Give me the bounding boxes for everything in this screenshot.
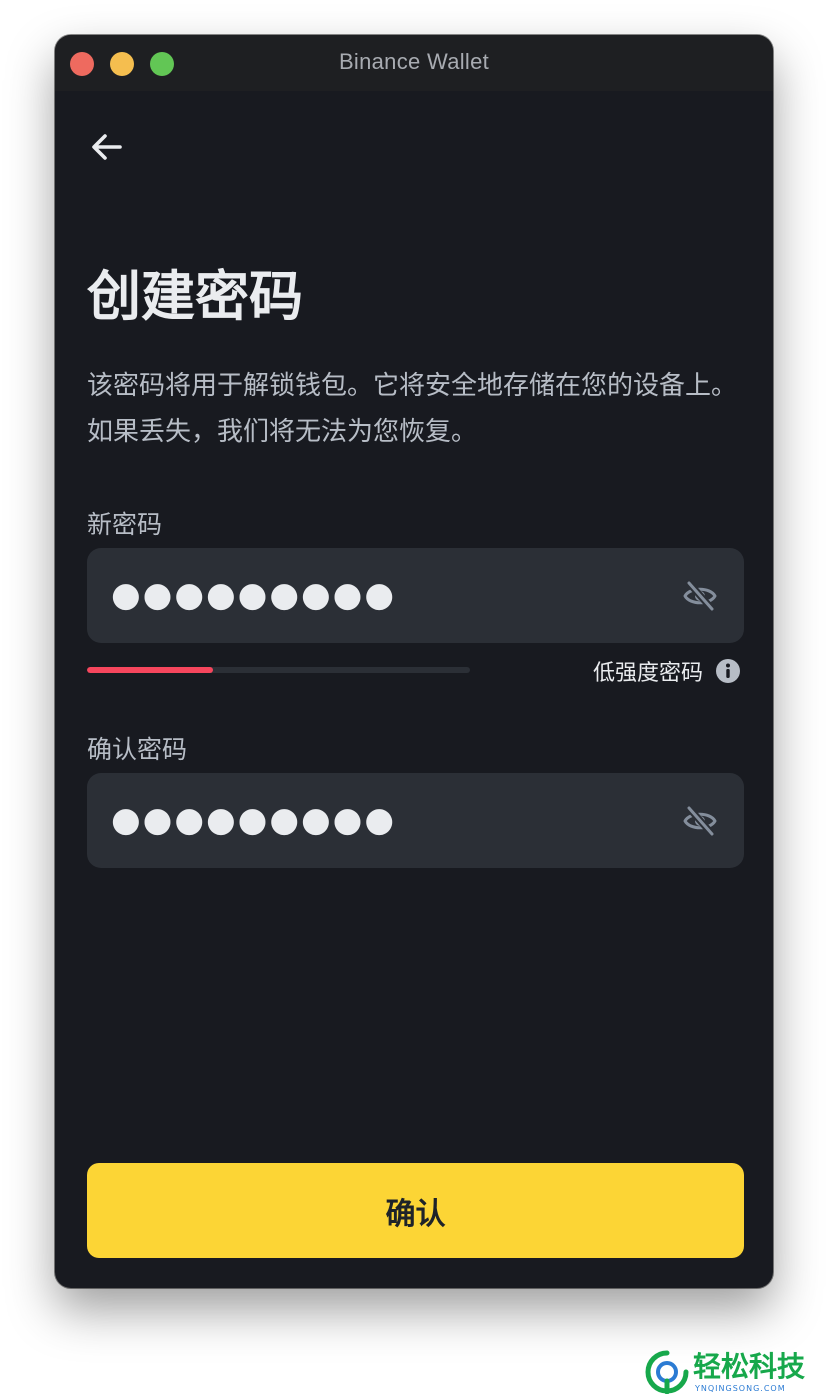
eye-slash-icon [683, 804, 717, 838]
new-password-label: 新密码 [87, 510, 163, 539]
confirm-password-visibility-toggle[interactable] [682, 803, 718, 839]
new-password-value: ●●●●●●●●● [111, 575, 397, 615]
watermark-url: YNQINGSONG.COM [695, 1384, 786, 1393]
title-bar: Binance Wallet [55, 35, 773, 91]
back-button[interactable] [87, 127, 127, 167]
eye-slash-icon [683, 579, 717, 613]
confirm-button[interactable]: 确认 [87, 1163, 744, 1258]
password-strength-fill [87, 667, 214, 673]
password-strength-label: 低强度密码 [592, 661, 703, 686]
window-title: Binance Wallet [338, 49, 490, 74]
page-title: 创建密码 [87, 265, 303, 328]
arrow-left-icon [92, 134, 122, 160]
password-strength-bar [87, 667, 470, 673]
watermark-name: 轻松科技 [693, 1350, 806, 1383]
new-password-field[interactable]: ●●●●●●●●● [87, 548, 744, 643]
info-icon[interactable] [715, 658, 741, 684]
page-description: 该密码将用于解锁钱包。它将安全地存储在您的设备上。如果丢失，我们将无法为您恢复。 [87, 371, 738, 447]
watermark-logo-icon [645, 1350, 689, 1394]
confirm-password-value: ●●●●●●●●● [111, 800, 397, 840]
confirm-password-label: 确认密码 [87, 735, 188, 764]
watermark: 轻松科技 YNQINGSONG.COM [645, 1350, 829, 1395]
confirm-password-field[interactable]: ●●●●●●●●● [87, 773, 744, 868]
password-strength-indicator: 低强度密码 [593, 655, 741, 687]
new-password-visibility-toggle[interactable] [682, 578, 718, 614]
app-window: Binance Wallet 创建密码 该密码将用于解锁钱包。它将安全地存储在您… [55, 35, 773, 1288]
